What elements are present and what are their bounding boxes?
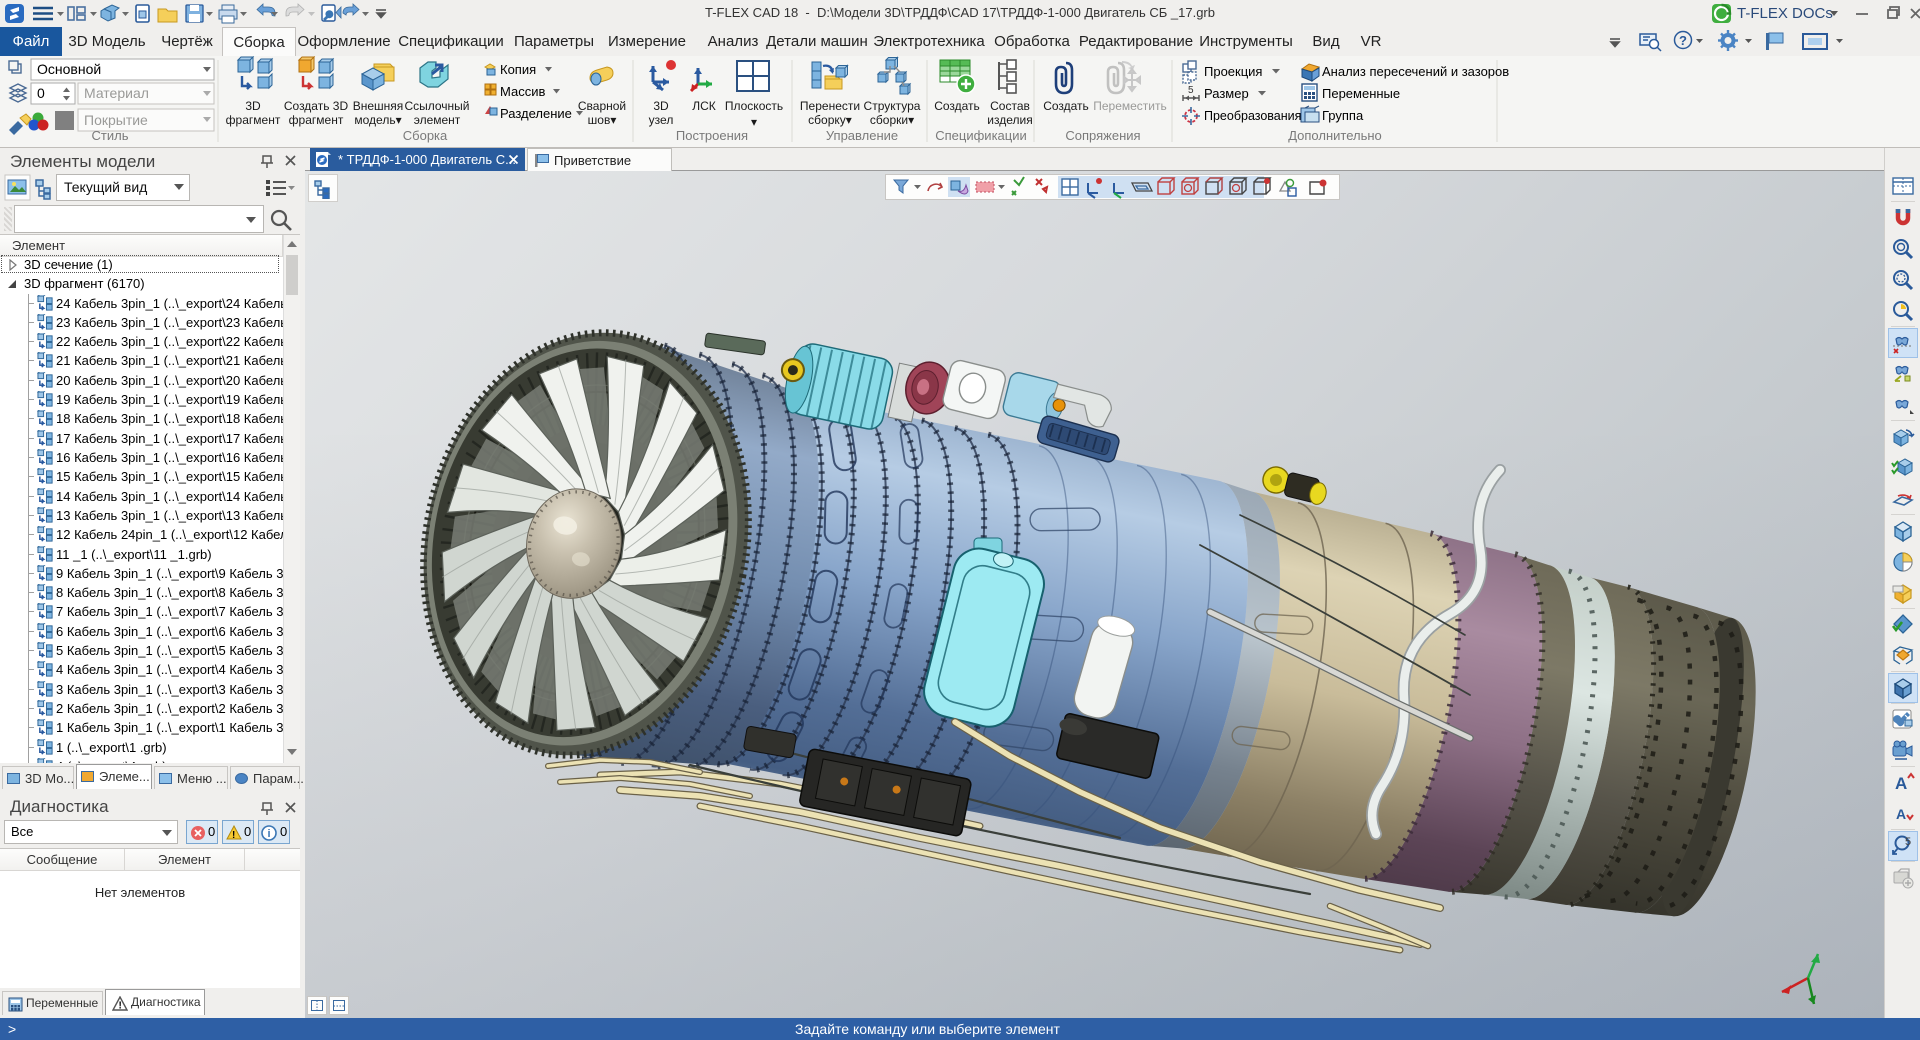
svg-text:!: ! xyxy=(119,1001,122,1012)
svg-text:фрагмент: фрагмент xyxy=(289,113,344,127)
svg-text:Материал: Материал xyxy=(84,85,149,101)
svg-text:i: i xyxy=(268,828,271,840)
svg-text:ЛСК: ЛСК xyxy=(692,99,716,113)
svg-text:сборки▾: сборки▾ xyxy=(870,113,914,127)
svg-text:Переменные: Переменные xyxy=(1322,86,1400,101)
svg-text:Плоскость: Плоскость xyxy=(725,99,783,113)
svg-text:Анализ пересечений и зазоров: Анализ пересечений и зазоров xyxy=(1322,64,1509,79)
svg-text:сборку▾: сборку▾ xyxy=(808,113,852,127)
svg-text:Создать: Создать xyxy=(1043,99,1089,113)
svg-text:▾: ▾ xyxy=(751,115,757,129)
svg-text:?: ? xyxy=(1679,33,1687,48)
svg-text:Дополнительно: Дополнительно xyxy=(1288,128,1382,143)
svg-text:Преобразования: Преобразования xyxy=(1204,109,1301,123)
svg-text:5: 5 xyxy=(1905,836,1911,848)
svg-text:Покрытие: Покрытие xyxy=(84,112,148,128)
svg-text:Группа: Группа xyxy=(1322,108,1364,123)
svg-text:Управление: Управление xyxy=(826,128,898,143)
svg-text:3D: 3D xyxy=(653,99,669,113)
svg-text:изделия: изделия xyxy=(987,113,1032,127)
svg-text:A: A xyxy=(1895,774,1907,793)
svg-text:Сборка: Сборка xyxy=(403,128,448,143)
svg-text:Создать 3D: Создать 3D xyxy=(284,99,349,113)
svg-text:0: 0 xyxy=(37,85,45,101)
svg-text:Разделение: Разделение xyxy=(500,106,572,121)
svg-text:T-FLEX DOCs: T-FLEX DOCs xyxy=(1737,5,1833,22)
svg-text:элемент: элемент xyxy=(414,113,461,127)
svg-text:Копия: Копия xyxy=(500,62,536,77)
svg-text:фрагмент: фрагмент xyxy=(226,113,281,127)
svg-text:3D: 3D xyxy=(245,99,261,113)
svg-text:шов▾: шов▾ xyxy=(588,113,617,127)
svg-text:!: ! xyxy=(232,830,235,841)
svg-text:Сварной: Сварной xyxy=(578,99,626,113)
svg-text:Проекция: Проекция xyxy=(1204,64,1262,79)
svg-text:модель▾: модель▾ xyxy=(354,113,401,127)
svg-text:5: 5 xyxy=(1188,85,1194,96)
svg-text:Массив: Массив xyxy=(500,84,545,99)
svg-text:Основной: Основной xyxy=(37,61,101,77)
svg-text:Состав: Состав xyxy=(990,99,1030,113)
svg-text:Сопряжения: Сопряжения xyxy=(1065,128,1140,143)
svg-text:Размер: Размер xyxy=(1204,86,1249,101)
svg-text:Построения: Построения xyxy=(676,128,748,143)
svg-text:Переместить: Переместить xyxy=(1093,99,1167,113)
svg-text:Создать: Создать xyxy=(934,99,980,113)
svg-text:Структура: Структура xyxy=(864,99,921,113)
svg-text:Стиль: Стиль xyxy=(92,128,129,143)
svg-text:Перенести: Перенести xyxy=(800,99,860,113)
svg-text:узел: узел xyxy=(649,113,674,127)
svg-text:Внешняя: Внешняя xyxy=(353,99,404,113)
svg-text:A: A xyxy=(1896,806,1906,822)
svg-text:Спецификации: Спецификации xyxy=(935,128,1027,143)
svg-text:Ссылочный: Ссылочный xyxy=(404,99,469,113)
